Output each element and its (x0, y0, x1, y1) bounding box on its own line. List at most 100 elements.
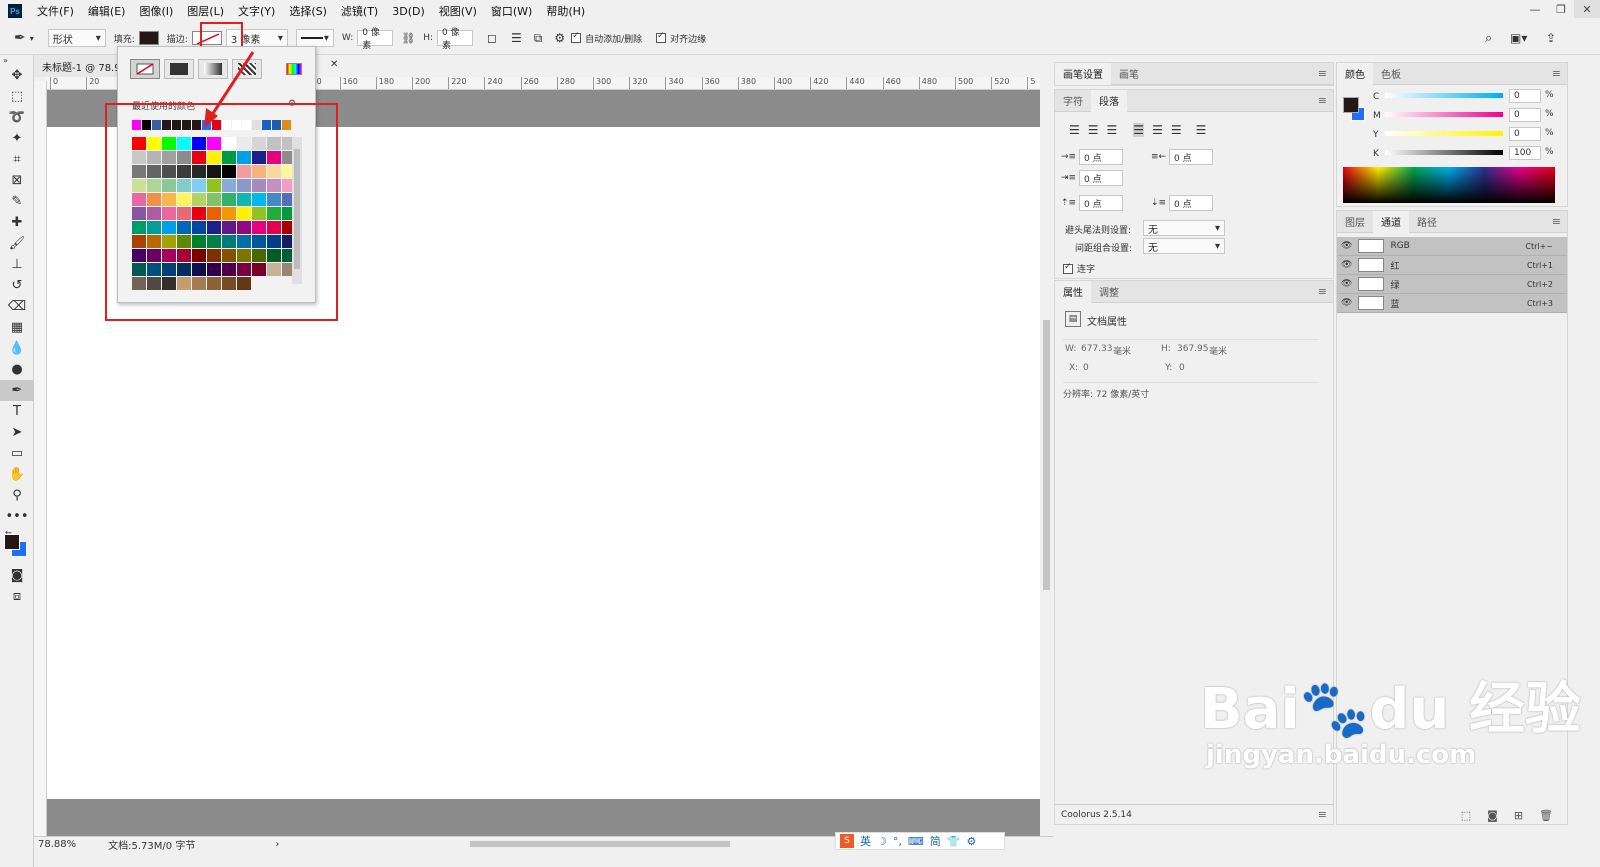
menu-filter[interactable]: 滤镜(T) (334, 3, 385, 19)
no-color-button[interactable] (130, 59, 160, 79)
gradient-tool-icon[interactable]: ▦ (0, 317, 34, 338)
menu-select[interactable]: 选择(S) (282, 3, 334, 19)
scroll-thumb[interactable] (1043, 320, 1050, 590)
yellow-slider[interactable] (1385, 131, 1503, 136)
skin-icon[interactable]: 👕 (947, 835, 961, 848)
horizontal-scroll-thumb[interactable] (470, 841, 730, 847)
tab-properties[interactable]: 属性 (1055, 280, 1091, 303)
moon-icon[interactable]: ☽ (877, 835, 887, 848)
link-icon[interactable]: ⛓ (401, 32, 415, 45)
collapse-icon[interactable]: » (0, 55, 34, 65)
cyan-input[interactable]: 0 (1509, 89, 1541, 103)
eye-icon[interactable]: 👁 (1341, 298, 1352, 308)
panel-menu-icon[interactable]: ≡ (1552, 67, 1561, 80)
justify-right-icon[interactable]: ☰ (1171, 123, 1182, 137)
color-spectrum-ramp[interactable] (1343, 167, 1555, 203)
pattern-button[interactable] (232, 59, 262, 79)
load-selection-icon[interactable]: ⬚ (1461, 809, 1471, 822)
healing-brush-icon[interactable]: ✚ (0, 212, 34, 233)
justify-center-icon[interactable]: ☰ (1152, 123, 1163, 137)
frame-tool-icon[interactable]: ⊠ (0, 170, 34, 191)
stamp-tool-icon[interactable]: ⊥ (0, 254, 34, 275)
stroke-type-select[interactable]: ▾ (295, 29, 334, 47)
brush-tool-icon[interactable]: 🖌 (0, 233, 34, 254)
width-input[interactable]: 0 像素 (357, 28, 394, 51)
punctuation-icon[interactable]: °, (893, 835, 902, 848)
panel-menu-icon[interactable]: ≡ (1318, 285, 1327, 298)
channel-row-blue[interactable]: 👁 蓝 Ctrl+3 (1337, 294, 1567, 313)
close-icon[interactable]: ✕ (330, 59, 338, 70)
channel-row-rgb[interactable]: 👁 RGB Ctrl+~ (1337, 237, 1567, 256)
panel-menu-icon[interactable]: ≡ (1552, 215, 1561, 228)
eye-icon[interactable]: 👁 (1341, 279, 1352, 289)
pen-tool-preset[interactable]: ✒ ▾ (14, 30, 34, 46)
tab-channels[interactable]: 通道 (1373, 210, 1409, 233)
gear-icon[interactable]: ⚙ (554, 31, 565, 45)
magenta-input[interactable]: 0 (1509, 108, 1541, 122)
foreground-color-swatch[interactable] (4, 534, 20, 550)
hand-tool-icon[interactable]: ✋ (0, 464, 34, 485)
menu-layer[interactable]: 图层(L) (180, 3, 231, 19)
tab-brush-settings[interactable]: 画笔设置 (1055, 62, 1111, 85)
menu-help[interactable]: 帮助(H) (539, 3, 592, 19)
cyan-slider[interactable] (1385, 93, 1503, 98)
new-channel-icon[interactable]: ⊞ (1514, 809, 1523, 822)
coolorus-label[interactable]: Coolorus 2.5.14 (1061, 810, 1132, 820)
trash-icon[interactable]: 🗑 (1539, 809, 1553, 822)
lasso-tool-icon[interactable]: ➰ (0, 107, 34, 128)
path-operations-icon[interactable]: ◻ (487, 31, 497, 45)
doc-x-value[interactable]: 0 (1083, 363, 1089, 373)
tab-layers[interactable]: 图层 (1337, 211, 1373, 233)
share-icon[interactable]: ⇪ (1546, 31, 1556, 45)
eye-icon[interactable]: 👁 (1341, 241, 1352, 251)
kinsoku-select[interactable]: 无 ▾ (1143, 220, 1225, 236)
document-tab[interactable]: 未标题-1 @ 78.9 (34, 55, 130, 77)
crop-tool-icon[interactable]: ⌗ (0, 149, 34, 170)
yellow-input[interactable]: 0 (1509, 127, 1541, 141)
path-selection-icon[interactable]: ➤ (0, 422, 34, 443)
minimize-button[interactable]: — (1522, 0, 1548, 18)
menu-window[interactable]: 窗口(W) (484, 3, 539, 19)
align-left-icon[interactable]: ☰ (1069, 123, 1080, 137)
align-center-icon[interactable]: ☰ (1088, 123, 1099, 137)
eyedropper-icon[interactable]: ✎ (0, 191, 34, 212)
doc-height-value[interactable]: 367.95 (1177, 344, 1209, 354)
tab-character[interactable]: 字符 (1055, 90, 1091, 112)
restore-button[interactable]: ❐ (1548, 0, 1574, 18)
eraser-tool-icon[interactable]: ⌫ (0, 296, 34, 317)
path-alignment-icon[interactable]: ☰ (511, 31, 522, 45)
menu-edit[interactable]: 编辑(E) (81, 3, 133, 19)
tool-mode-select[interactable]: 形状 ▾ (47, 29, 106, 47)
panel-menu-icon[interactable]: ≡ (1318, 808, 1327, 821)
justify-all-icon[interactable]: ☰ (1196, 123, 1207, 137)
tab-paragraph[interactable]: 段落 (1091, 89, 1127, 112)
screen-mode-icon[interactable]: ⧈ (0, 586, 34, 607)
color-fg-swatch[interactable] (1343, 97, 1359, 113)
type-tool-icon[interactable]: T (0, 401, 34, 422)
doc-y-value[interactable]: 0 (1179, 363, 1185, 373)
zoom-level[interactable]: 78.88% (38, 839, 76, 850)
magic-wand-icon[interactable]: ✦ (0, 128, 34, 149)
close-button[interactable]: ✕ (1574, 0, 1600, 18)
vertical-scrollbar[interactable] (1040, 90, 1053, 836)
indent-right-input[interactable]: 0 点 (1169, 149, 1213, 165)
tab-swatches[interactable]: 色板 (1373, 63, 1409, 85)
dodge-tool-icon[interactable]: ● (0, 359, 34, 380)
hyphenate-checkbox[interactable] (1063, 262, 1073, 274)
space-after-input[interactable]: 0 点 (1169, 195, 1213, 211)
channel-row-green[interactable]: 👁 绿 Ctrl+2 (1337, 275, 1567, 294)
more-tools-icon[interactable]: ••• (0, 506, 34, 527)
gear-icon[interactable]: ⚙ (966, 835, 976, 848)
path-arrangement-icon[interactable]: ⧉ (534, 31, 543, 46)
search-icon[interactable]: ⌕ (1485, 31, 1492, 46)
justify-left-icon[interactable]: ☰ (1133, 123, 1145, 137)
black-slider[interactable] (1385, 150, 1503, 155)
fill-swatch[interactable] (138, 31, 159, 45)
solid-color-button[interactable] (164, 59, 194, 79)
history-brush-icon[interactable]: ↺ (0, 275, 34, 296)
height-input[interactable]: 0 像素 (437, 28, 474, 51)
menu-file[interactable]: 文件(F) (30, 3, 81, 19)
panel-menu-icon[interactable]: ≡ (1318, 94, 1327, 107)
menu-image[interactable]: 图像(I) (132, 3, 180, 19)
magenta-slider[interactable] (1385, 112, 1503, 117)
